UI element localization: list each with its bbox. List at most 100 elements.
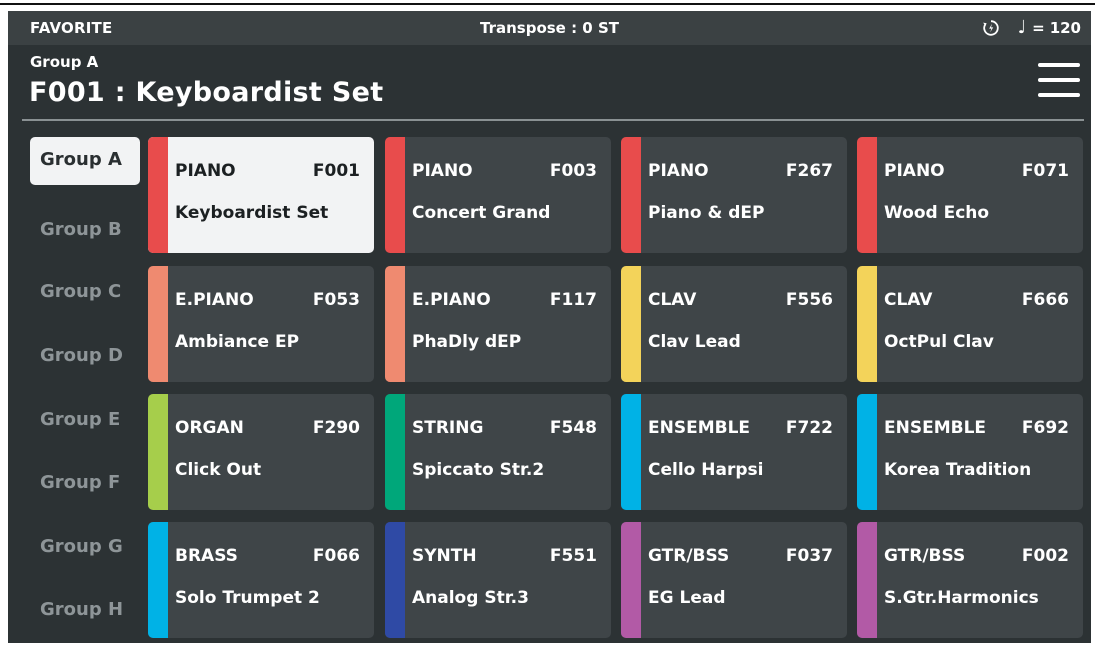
category-color-strip [148, 137, 168, 253]
tile-name: Wood Echo [884, 203, 990, 223]
favorite-tile-f003[interactable]: PIANO F003 Concert Grand [385, 137, 611, 253]
group-tab-d[interactable]: Group D [30, 345, 139, 393]
tile-name: Click Out [175, 460, 262, 480]
tile-number: F722 [785, 418, 833, 438]
tile-name: Ambiance EP [175, 332, 300, 352]
tempo-equals: = [1032, 19, 1045, 37]
category-color-strip [621, 137, 641, 253]
tile-name: OctPul Clav [884, 332, 994, 352]
tile-category: E.PIANO [412, 290, 491, 310]
tile-category: E.PIANO [175, 290, 254, 310]
favorite-tile-f117[interactable]: E.PIANO F117 PhaDly dEP [385, 266, 611, 382]
tile-number: F666 [1021, 290, 1069, 310]
tile-number: F002 [1021, 546, 1069, 566]
quarter-note-icon: ♩ [1017, 17, 1027, 38]
tile-name: Keyboardist Set [175, 203, 329, 223]
tile-number: F001 [312, 161, 360, 181]
tempo-value: 120 [1049, 19, 1081, 37]
favorite-screen: FAVORITE Transpose : 0 ST ♩ = 120 Group … [8, 11, 1091, 643]
group-tab-e[interactable]: Group E [30, 409, 139, 457]
tile-category: CLAV [884, 290, 933, 310]
category-color-strip [621, 394, 641, 510]
category-color-strip [148, 266, 168, 382]
hamburger-menu-icon[interactable] [1038, 63, 1080, 99]
tile-category: GTR/BSS [648, 546, 730, 566]
favorite-tile-f556[interactable]: CLAV F556 Clav Lead [621, 266, 847, 382]
category-color-strip [857, 522, 877, 638]
favorite-tile-f692[interactable]: ENSEMBLE F692 Korea Tradition [857, 394, 1083, 510]
tile-number: F692 [1021, 418, 1069, 438]
tile-number: F556 [785, 290, 833, 310]
transpose-indicator[interactable]: Transpose : 0 ST [8, 19, 1091, 37]
tile-category: PIANO [648, 161, 709, 181]
tile-name: S.Gtr.Harmonics [884, 588, 1039, 608]
favorite-tile-f548[interactable]: STRING F548 Spiccato Str.2 [385, 394, 611, 510]
header-divider [22, 119, 1084, 121]
tile-category: PIANO [884, 161, 945, 181]
tile-name: Concert Grand [412, 203, 551, 223]
category-color-strip [857, 394, 877, 510]
group-tab-c[interactable]: Group C [30, 281, 139, 329]
tile-category: CLAV [648, 290, 697, 310]
favorite-tile-f722[interactable]: ENSEMBLE F722 Cello Harpsi [621, 394, 847, 510]
category-color-strip [385, 394, 405, 510]
tile-number: F066 [312, 546, 360, 566]
category-color-strip [857, 266, 877, 382]
category-color-strip [621, 522, 641, 638]
category-color-strip [857, 137, 877, 253]
tile-category: ENSEMBLE [884, 418, 987, 438]
tile-category: ORGAN [175, 418, 244, 438]
tile-number: F548 [549, 418, 597, 438]
tile-number: F003 [549, 161, 597, 181]
tile-number: F053 [312, 290, 360, 310]
status-bar: FAVORITE Transpose : 0 ST ♩ = 120 [8, 11, 1091, 45]
tile-number: F267 [785, 161, 833, 181]
favorite-tile-f053[interactable]: E.PIANO F053 Ambiance EP [148, 266, 374, 382]
tile-category: PIANO [412, 161, 473, 181]
favorite-tile-f037[interactable]: GTR/BSS F037 EG Lead [621, 522, 847, 638]
favorite-tile-f267[interactable]: PIANO F267 Piano & dEP [621, 137, 847, 253]
tile-category: ENSEMBLE [648, 418, 751, 438]
category-color-strip [148, 394, 168, 510]
tile-name: Piano & dEP [648, 203, 765, 223]
tempo-area[interactable]: ♩ = 120 [982, 17, 1081, 39]
sync-icon [982, 19, 1000, 37]
tile-number: F551 [549, 546, 597, 566]
tile-category: SYNTH [412, 546, 477, 566]
favorite-tile-f002[interactable]: GTR/BSS F002 S.Gtr.Harmonics [857, 522, 1083, 638]
tile-category: BRASS [175, 546, 238, 566]
category-color-strip [385, 266, 405, 382]
group-tab-a[interactable]: Group A [30, 137, 140, 185]
tile-category: STRING [412, 418, 484, 438]
tile-name: Spiccato Str.2 [412, 460, 545, 480]
favorite-tile-f666[interactable]: CLAV F666 OctPul Clav [857, 266, 1083, 382]
tile-name: Clav Lead [648, 332, 741, 352]
tile-number: F037 [785, 546, 833, 566]
category-color-strip [385, 522, 405, 638]
category-color-strip [148, 522, 168, 638]
favorite-tile-f551[interactable]: SYNTH F551 Analog Str.3 [385, 522, 611, 638]
tile-number: F290 [312, 418, 360, 438]
tile-name: Solo Trumpet 2 [175, 588, 320, 608]
tile-name: Cello Harpsi [648, 460, 764, 480]
tile-number: F117 [549, 290, 597, 310]
tile-name: Analog Str.3 [412, 588, 529, 608]
tile-number: F071 [1021, 161, 1069, 181]
favorite-tile-f071[interactable]: PIANO F071 Wood Echo [857, 137, 1083, 253]
tile-name: PhaDly dEP [412, 332, 522, 352]
group-tab-g[interactable]: Group G [30, 536, 139, 584]
tile-category: GTR/BSS [884, 546, 966, 566]
category-color-strip [621, 266, 641, 382]
top-border-line [0, 3, 1095, 5]
group-tab-b[interactable]: Group B [30, 219, 139, 267]
favorite-tile-f001[interactable]: PIANO F001 Keyboardist Set [148, 137, 374, 253]
group-tab-f[interactable]: Group F [30, 472, 139, 520]
category-color-strip [385, 137, 405, 253]
current-group-label: Group A [30, 53, 99, 71]
tile-category: PIANO [175, 161, 236, 181]
group-tab-h[interactable]: Group H [30, 599, 139, 643]
favorite-tile-f290[interactable]: ORGAN F290 Click Out [148, 394, 374, 510]
page-title: F001 : Keyboardist Set [29, 77, 384, 108]
favorite-tile-f066[interactable]: BRASS F066 Solo Trumpet 2 [148, 522, 374, 638]
tile-name: EG Lead [648, 588, 726, 608]
